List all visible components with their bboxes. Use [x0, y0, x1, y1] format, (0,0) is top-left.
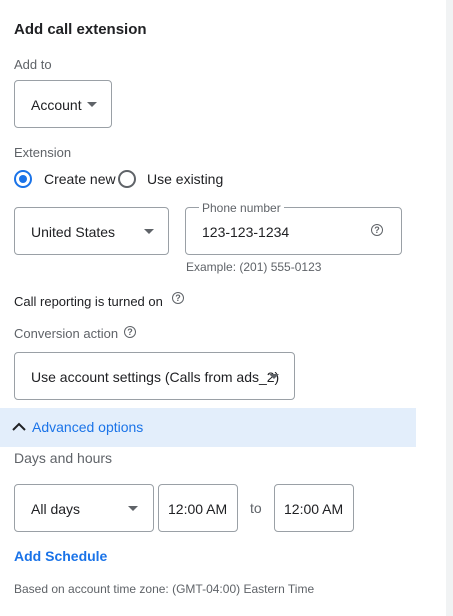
use-existing-label: Use existing [147, 171, 224, 187]
days-hours-label: Days and hours [14, 450, 113, 466]
phone-example-hint: Example: (201) 555-0123 [186, 260, 322, 274]
panel-title: Add call extension [14, 21, 147, 38]
conversion-action-value: Use account settings (Calls from ads_2) [31, 369, 280, 385]
help-circle-icon[interactable]: ? [124, 326, 136, 338]
create-new-label: Create new [44, 171, 116, 187]
country-dropdown[interactable]: United States [14, 207, 169, 255]
start-time-value: 12:00 AM [168, 501, 228, 517]
timezone-note: Based on account time zone: (GMT-04:00) … [14, 582, 315, 596]
caret-down-icon [128, 506, 138, 511]
help-circle-icon[interactable]: ? [172, 292, 184, 304]
phone-number-label: Phone number [199, 201, 284, 215]
extension-label: Extension [14, 145, 72, 160]
end-time-value: 12:00 AM [284, 501, 344, 517]
scrollbar[interactable] [446, 0, 453, 616]
help-circle-icon[interactable]: ? [371, 224, 383, 236]
country-value: United States [31, 224, 116, 240]
days-value: All days [31, 501, 81, 517]
caret-down-icon [269, 374, 279, 379]
add-to-label: Add to [14, 57, 52, 72]
to-label: to [250, 500, 262, 516]
add-to-value: Account [31, 97, 82, 113]
days-dropdown[interactable]: All days [14, 484, 154, 532]
chevron-up-icon [12, 422, 26, 431]
call-extension-panel: Add call extension Add to Account Extens… [0, 0, 447, 616]
call-reporting-text: Call reporting is turned on [14, 294, 163, 309]
phone-number-value: 123-123-1234 [202, 224, 290, 240]
end-time-field[interactable]: 12:00 AM [274, 484, 354, 532]
use-existing-radio[interactable] [118, 170, 136, 188]
conversion-action-dropdown[interactable]: Use account settings (Calls from ads_2) [14, 352, 295, 400]
caret-down-icon [144, 229, 154, 234]
create-new-radio[interactable] [14, 170, 32, 188]
advanced-options-toggle[interactable]: Advanced options [0, 408, 416, 447]
start-time-field[interactable]: 12:00 AM [158, 484, 238, 532]
advanced-options-label: Advanced options [32, 419, 144, 435]
caret-down-icon [87, 102, 97, 107]
add-schedule-link[interactable]: Add Schedule [14, 548, 107, 564]
add-to-dropdown[interactable]: Account [14, 80, 112, 128]
conversion-action-label: Conversion action [14, 326, 119, 341]
